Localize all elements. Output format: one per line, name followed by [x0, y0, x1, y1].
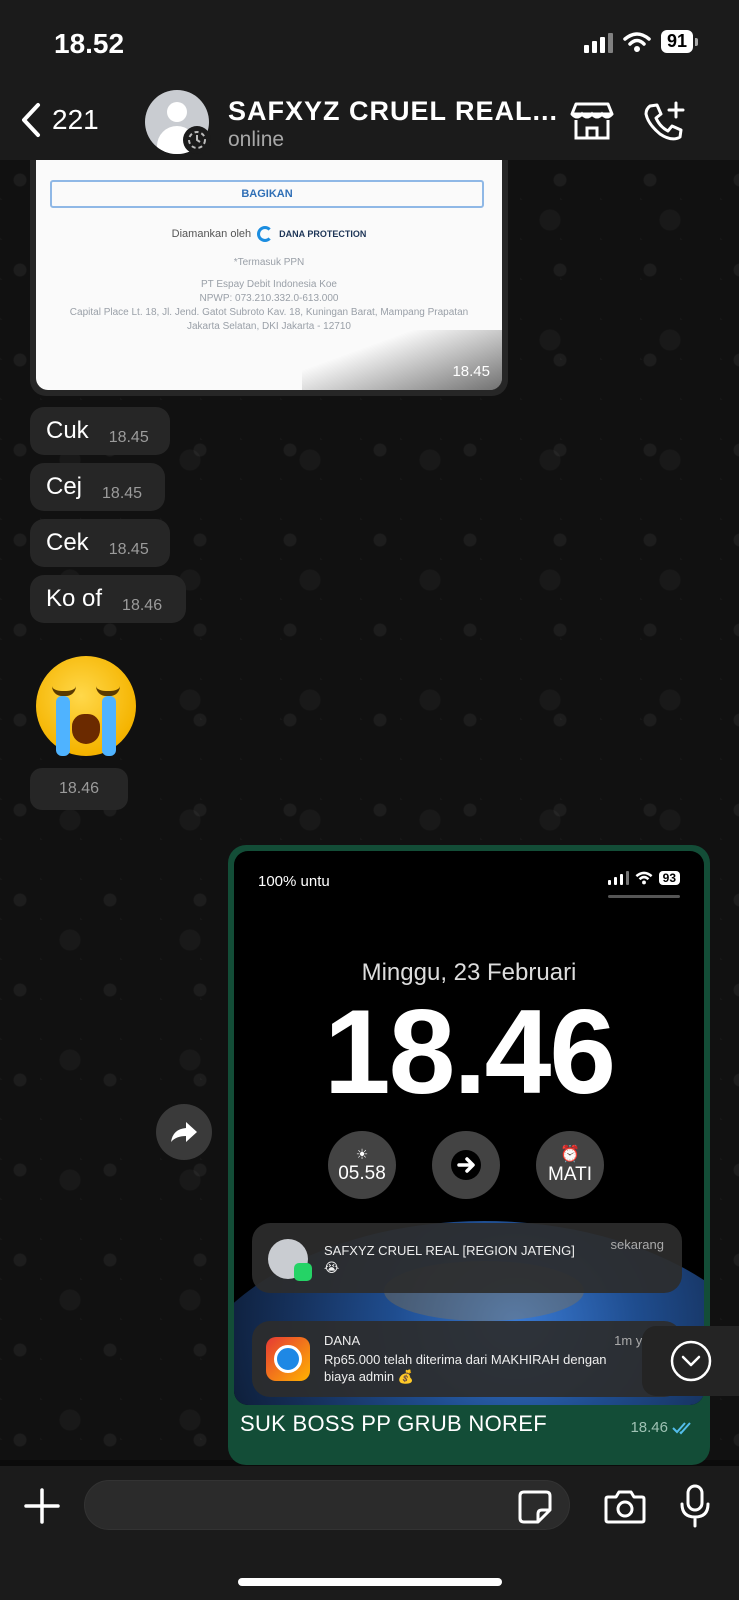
contact-status: online [228, 128, 285, 151]
alarm-clock-icon: ⏰ [560, 1146, 580, 1163]
battery-icon: 91 [660, 30, 699, 53]
text-message[interactable]: Cek 18.45 [30, 519, 170, 567]
message-caption: SUK BOSS PP GRUB NOREF [240, 1411, 547, 1436]
chevron-down-circle-icon [670, 1340, 712, 1382]
camera-icon[interactable] [604, 1488, 646, 1524]
notification-body-line: biaya admin 💰 [324, 1369, 414, 1384]
signal-icon [583, 31, 613, 53]
alarm-status: MATI [548, 1164, 592, 1185]
text-message[interactable]: Cej 18.45 [30, 463, 165, 511]
read-ticks-icon [672, 1421, 691, 1434]
text-message[interactable]: Cuk 18.45 [30, 407, 170, 455]
receipt-image: BAGIKAN Diamankan oleh DANA PROTECTION *… [36, 160, 502, 390]
notification-time: sekarang [610, 1237, 664, 1252]
secured-by: Diamankan oleh DANA PROTECTION [36, 226, 502, 242]
shortcut-widget [432, 1131, 500, 1199]
wifi-icon [635, 871, 653, 885]
notification-body: 😭 [324, 1260, 340, 1275]
notification-whatsapp: SAFXYZ CRUEL REAL [REGION JATENG] sekara… [252, 1223, 682, 1293]
notification-body-line: Rp65.000 telah diterima dari MAKHIRAH de… [324, 1352, 607, 1367]
loudly-crying-emoji-icon[interactable] [36, 656, 136, 756]
unread-count: 221 [52, 104, 99, 135]
message-time: 18.46 [30, 768, 128, 810]
chevron-left-icon [22, 103, 40, 137]
status-bar: 18.52 91 [0, 0, 739, 88]
back-button[interactable]: 221 [20, 102, 99, 138]
signal-icon [607, 871, 629, 885]
screenshot-status-line [608, 895, 680, 898]
sticker-icon[interactable] [518, 1490, 552, 1524]
message-text: Cej [46, 473, 83, 500]
plus-icon[interactable] [24, 1488, 60, 1524]
message-time: 18.46 [122, 597, 163, 614]
sunrise-icon: ☀ [355, 1145, 369, 1162]
sunrise-time: 05.58 [338, 1162, 386, 1184]
dana-protection-label: DANA PROTECTION [279, 229, 367, 239]
forward-button[interactable] [156, 1104, 212, 1160]
share-button: BAGIKAN [50, 180, 484, 208]
notification-title: SAFXYZ CRUEL REAL [REGION JATENG] [324, 1243, 575, 1258]
chat-header: 221 SAFXYZ CRUEL REAL... online [0, 88, 739, 160]
message-time: 18.45 [108, 429, 149, 446]
text-message[interactable]: Ko of 18.46 [30, 575, 186, 623]
receipt-line: NPWP: 073.210.332.0-613.000 [199, 293, 339, 304]
add-call-icon[interactable] [642, 100, 688, 144]
alarm-widget: ⏰ MATI [536, 1131, 604, 1199]
notification-dana: DANA 1m yang Rp65.000 telah diterima dar… [252, 1321, 682, 1397]
message-input[interactable] [84, 1480, 570, 1530]
message-text: Cuk [46, 417, 89, 444]
secured-label: Diamankan oleh [171, 228, 252, 240]
message-time: 18.46 [630, 1419, 668, 1436]
notification-title: DANA [324, 1333, 361, 1348]
message-meta: 18.46 [630, 1419, 694, 1436]
dana-app-icon [266, 1337, 310, 1381]
whatsapp-icon [294, 1263, 312, 1281]
message-text: Ko of [46, 585, 103, 612]
status-time: 18.52 [54, 28, 125, 59]
screenshot-carrier: 100% untu [258, 873, 330, 890]
microphone-icon[interactable] [680, 1484, 710, 1528]
dana-logo-icon [257, 226, 274, 242]
home-indicator [238, 1578, 502, 1586]
message-text: Cek [46, 529, 89, 556]
receipt-footer: *Termasuk PPN PT Espay Debit Indonesia K… [36, 256, 502, 334]
message-time: 18.45 [108, 541, 149, 558]
receipt-line: PT Espay Debit Indonesia Koe [200, 279, 337, 290]
receipt-line: *Termasuk PPN [233, 257, 305, 268]
message-time: 18.45 [452, 363, 490, 380]
scroll-to-bottom-button[interactable] [642, 1326, 739, 1396]
battery-icon: 93 [658, 871, 680, 885]
receipt-line: Jakarta Selatan, DKI Jakarta - 12710 [187, 321, 351, 332]
receipt-line: Capital Place Lt. 18, Jl. Jend. Gatot Su… [69, 307, 469, 318]
store-icon[interactable] [570, 100, 614, 142]
wifi-icon [623, 31, 651, 52]
sunrise-widget: ☀ 05.58 [328, 1131, 396, 1199]
status-icons: 91 [583, 30, 699, 53]
lockscreen-screenshot: 100% untu 93 Minggu, 23 Februari 18.46 ☀… [234, 851, 704, 1405]
arrow-right-icon [451, 1150, 481, 1180]
message-time: 18.45 [102, 485, 143, 502]
outgoing-image-message[interactable]: 100% untu 93 Minggu, 23 Februari 18.46 ☀… [228, 845, 710, 1465]
image-message[interactable]: BAGIKAN Diamankan oleh DANA PROTECTION *… [30, 160, 508, 396]
forward-arrow-icon [171, 1122, 197, 1142]
screenshot-status-icons: 93 [607, 871, 680, 885]
contact-name[interactable]: SAFXYZ CRUEL REAL... [228, 96, 558, 127]
status-ring-icon [183, 126, 211, 154]
lockscreen-clock: 18.46 [323, 985, 616, 1119]
